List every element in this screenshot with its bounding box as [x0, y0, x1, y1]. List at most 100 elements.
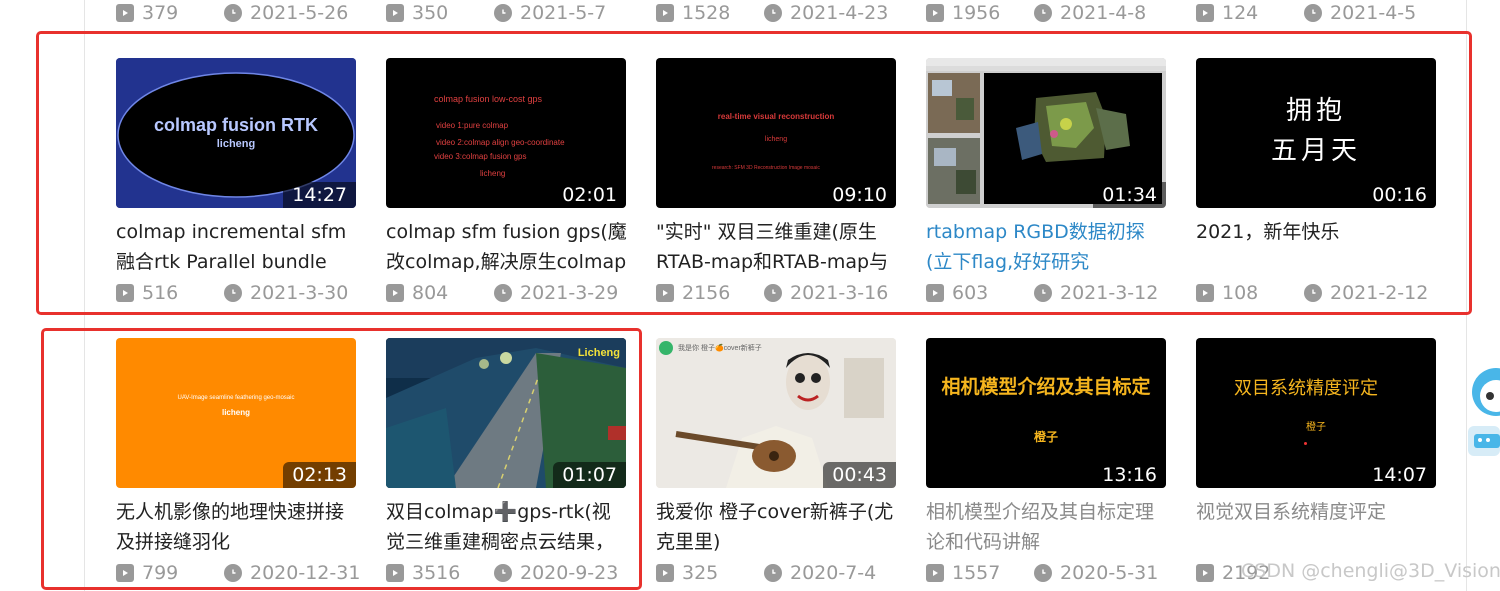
- video-views: 124: [1196, 1, 1258, 25]
- video-thumbnail[interactable]: real-time visual reconstruction licheng …: [656, 58, 896, 208]
- video-views: 350: [386, 1, 448, 25]
- video-views: 1557: [926, 561, 1000, 585]
- thumbnail-dot: [1304, 442, 1307, 445]
- video-date: 2021-3-16: [764, 281, 888, 305]
- video-title[interactable]: 2021，新年快乐: [1196, 217, 1438, 277]
- video-thumbnail[interactable]: 01:34: [926, 58, 1166, 208]
- video-date: 2021-5-7: [494, 1, 606, 25]
- thumbnail-author: licheng: [764, 136, 788, 143]
- play-icon: [1196, 564, 1214, 582]
- play-icon: [386, 4, 404, 22]
- thumbnail-title: 拥抱: [1285, 96, 1346, 126]
- video-views: 2156: [656, 281, 730, 305]
- video-thumbnail[interactable]: 拥抱 五月天 00:16: [1196, 58, 1436, 208]
- video-thumbnail[interactable]: Licheng 01:07: [386, 338, 626, 488]
- play-icon: [656, 564, 674, 582]
- clock-icon: [764, 4, 782, 22]
- video-title[interactable]: 双目colmap➕gps-rtk(视觉三维重建稠密点云结果，精度: [386, 497, 628, 557]
- video-views: 799: [116, 561, 178, 585]
- clock-icon: [1034, 4, 1052, 22]
- video-date: 2021-3-29: [494, 281, 618, 305]
- video-title[interactable]: colmap incremental sfm融合rtk Parallel bun…: [116, 217, 358, 277]
- video-title[interactable]: colmap sfm fusion gps(魔改colmap,解决原生colma…: [386, 217, 628, 277]
- video-thumbnail[interactable]: 相机模型介绍及其自标定 橙子 13:16: [926, 338, 1166, 488]
- clock-icon: [494, 564, 512, 582]
- thumbnail-title: real-time visual reconstruction: [717, 112, 835, 121]
- video-title[interactable]: rtabmap RGBD数据初探(立下flag,好好研究rtabmap 和: [926, 217, 1168, 277]
- thumbnail-author: licheng: [216, 138, 256, 150]
- video-views: 3516: [386, 561, 460, 585]
- thumbnail-title: colmap fusion RTK: [153, 115, 318, 135]
- video-views: 379: [116, 1, 178, 25]
- thumbnail-text: research: SFM 3D Reconstruction Image mo…: [712, 165, 820, 171]
- clock-icon: [224, 4, 242, 22]
- video-title[interactable]: 我爱你 橙子cover新裤子(尤克里里): [656, 497, 898, 557]
- clock-icon: [494, 4, 512, 22]
- video-duration: 14:27: [283, 182, 356, 208]
- video-date: 2020-9-23: [494, 561, 618, 585]
- video-date: 2021-5-26: [224, 1, 348, 25]
- play-icon: [386, 564, 404, 582]
- clock-icon: [1034, 284, 1052, 302]
- clock-icon: [224, 564, 242, 582]
- video-views: 108: [1196, 281, 1258, 305]
- thumbnail-text: video 1:pure colmap: [436, 121, 509, 130]
- video-title[interactable]: "实时" 双目三维重建(原生RTAB-map和RTAB-map与: [656, 217, 898, 277]
- clock-icon: [1034, 564, 1052, 582]
- thumbnail-title: 双目系统精度评定: [1234, 378, 1378, 399]
- video-thumbnail[interactable]: 我是你 橙子🍊cover新裤子 00:43: [656, 338, 896, 488]
- play-icon: [1196, 284, 1214, 302]
- video-thumbnail[interactable]: 双目系统精度评定 橙子 14:07: [1196, 338, 1436, 488]
- thumbnail-title: colmap fusion low-cost gps: [434, 94, 543, 104]
- video-date: 2021-3-12: [1034, 281, 1158, 305]
- clock-icon: [764, 284, 782, 302]
- video-date: 2020-12-31: [224, 561, 360, 585]
- video-duration: 02:01: [553, 182, 626, 208]
- play-icon: [116, 4, 134, 22]
- video-thumbnail[interactable]: colmap fusion low-cost gps video 1:pure …: [386, 58, 626, 208]
- thumbnail-author: 橙子: [1306, 422, 1326, 433]
- video-views: 516: [116, 281, 178, 305]
- video-duration: 14:07: [1363, 462, 1436, 488]
- left-divider: [84, 0, 85, 591]
- clock-icon: [1304, 4, 1322, 22]
- csdn-watermark: CSDN @chengli@3D_Vision: [1241, 560, 1500, 582]
- thumbnail-text: 五月天: [1270, 136, 1361, 166]
- video-date: 2021-2-12: [1304, 281, 1428, 305]
- video-views: 804: [386, 281, 448, 305]
- play-icon: [926, 284, 944, 302]
- clock-icon: [224, 284, 242, 302]
- video-duration: 09:10: [823, 182, 896, 208]
- thumbnail-author: 橙子: [1033, 430, 1058, 444]
- play-icon: [656, 284, 674, 302]
- play-icon: [116, 284, 134, 302]
- video-duration: 00:16: [1363, 182, 1436, 208]
- video-views: 325: [656, 561, 718, 585]
- play-icon: [656, 4, 674, 22]
- right-divider: [1466, 0, 1467, 591]
- thumbnail-author: licheng: [480, 169, 506, 178]
- video-title[interactable]: 无人机影像的地理快速拼接及拼接缝羽化: [116, 497, 358, 557]
- play-icon: [1196, 4, 1214, 22]
- play-icon: [926, 4, 944, 22]
- video-date: 2020-7-4: [764, 561, 876, 585]
- clock-icon: [764, 564, 782, 582]
- video-duration: 02:13: [283, 462, 356, 488]
- mascot-icon[interactable]: [1466, 366, 1500, 466]
- video-title[interactable]: 视觉双目系统精度评定: [1196, 497, 1438, 557]
- video-date: 2021-4-5: [1304, 1, 1416, 25]
- thumbnail-author: licheng: [221, 408, 250, 417]
- thumbnail-title: 相机模型介绍及其自标定: [941, 376, 1151, 398]
- video-date: 2021-4-8: [1034, 1, 1146, 25]
- clock-icon: [1304, 284, 1322, 302]
- video-date: 2020-5-31: [1034, 561, 1158, 585]
- thumbnail-caption: 我是你 橙子🍊cover新裤子: [678, 345, 762, 352]
- video-duration: 00:43: [823, 462, 896, 488]
- video-title[interactable]: 相机模型介绍及其自标定理论和代码讲解: [926, 497, 1168, 557]
- video-thumbnail[interactable]: UAV-Image seamline feathering geo-mosaic…: [116, 338, 356, 488]
- play-icon: [386, 284, 404, 302]
- video-duration: 13:16: [1093, 462, 1166, 488]
- video-date: 2021-3-30: [224, 281, 348, 305]
- video-thumbnail[interactable]: colmap fusion RTK licheng 14:27: [116, 58, 356, 208]
- video-duration: 01:34: [1093, 182, 1166, 208]
